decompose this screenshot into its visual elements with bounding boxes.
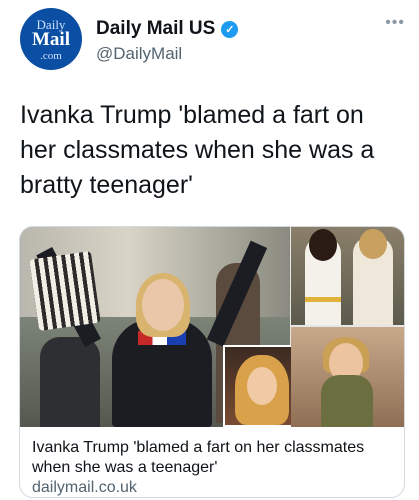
photo-top-right bbox=[291, 227, 404, 325]
handle[interactable]: @DailyMail bbox=[96, 44, 182, 64]
avatar[interactable]: Daily Mail .com bbox=[20, 8, 82, 70]
avatar-logo-line3: .com bbox=[40, 50, 62, 62]
verified-icon: ✓ bbox=[221, 20, 239, 38]
shopping-bag bbox=[29, 251, 101, 331]
display-name[interactable]: Daily Mail US bbox=[96, 18, 215, 40]
avatar-logo-line2: Mail bbox=[32, 29, 70, 50]
card-image bbox=[20, 227, 404, 427]
tweet-header: Daily Mail .com Daily Mail US ✓ @DailyMa… bbox=[20, 8, 405, 72]
more-icon[interactable]: ••• bbox=[385, 14, 405, 32]
tweet-text: Ivanka Trump 'blamed a fart on her class… bbox=[20, 101, 375, 199]
link-card[interactable]: Ivanka Trump 'blamed a fart on her class… bbox=[19, 226, 405, 498]
photo-inset bbox=[223, 345, 299, 427]
card-title[interactable]: Ivanka Trump 'blamed a fart on her class… bbox=[32, 438, 396, 478]
card-domain[interactable]: dailymail.co.uk bbox=[32, 479, 137, 497]
name-row: Daily Mail US ✓ bbox=[96, 18, 239, 40]
photo-bottom-right bbox=[291, 327, 404, 427]
